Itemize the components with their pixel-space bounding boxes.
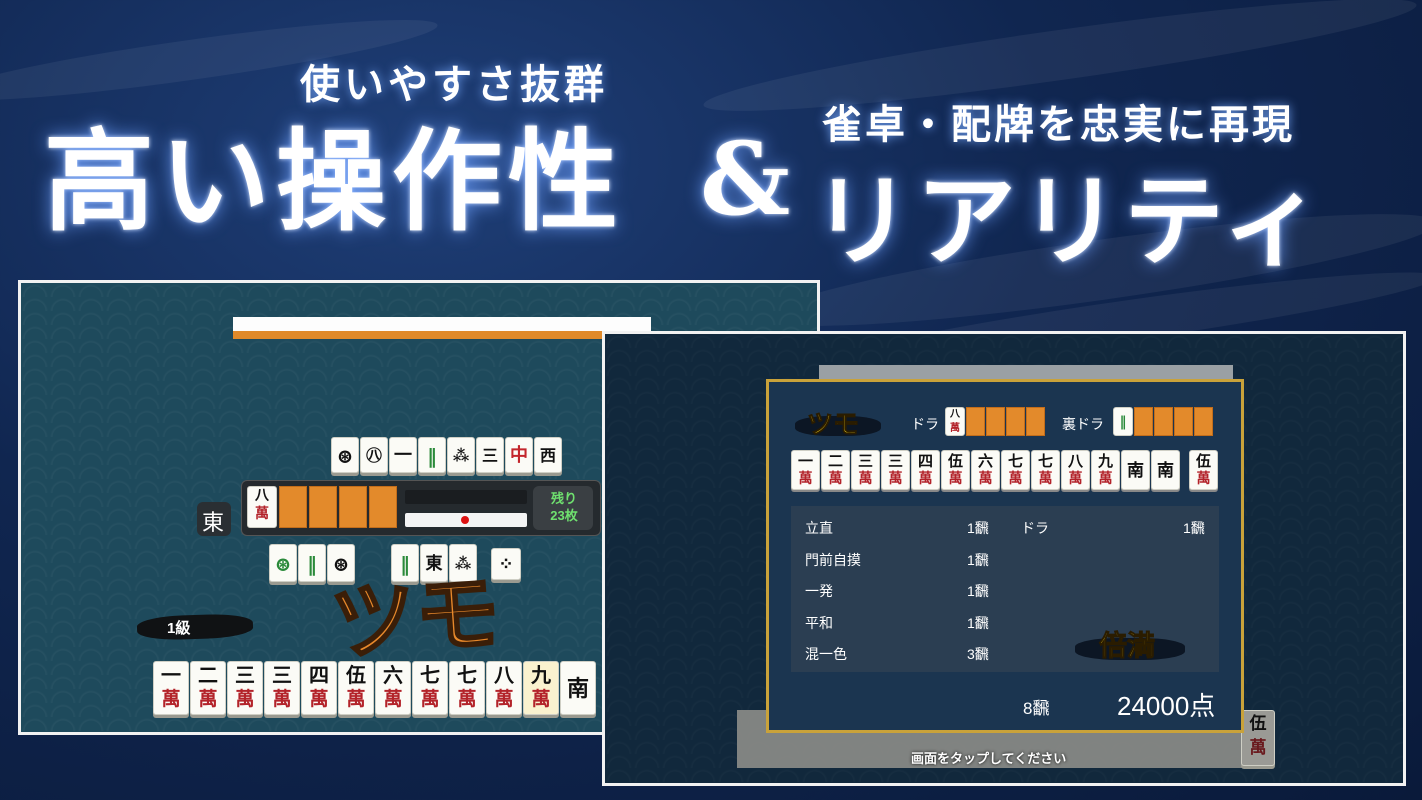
discard-tile: 中 (510, 445, 528, 466)
dora-hidden-tile (1006, 407, 1025, 436)
dead-wall-tile (279, 486, 307, 528)
hand-tile[interactable]: 七萬 (412, 661, 448, 715)
discard-tile: 西 (539, 446, 556, 465)
yaku-han: 3飜 (967, 646, 989, 662)
discard-tile: ‖ (427, 444, 437, 468)
dead-wall-tile (369, 486, 397, 528)
winning-hand-tile: 四萬 (911, 450, 940, 490)
winning-hand-tile: 二萬 (821, 450, 850, 490)
dora-label: ドラ (911, 417, 939, 433)
dora-indicator-tile: 八 萬 (247, 486, 277, 528)
yaku-name: 立直 (805, 520, 833, 536)
yaku-name: 一発 (805, 583, 833, 599)
headline-main-left: 高い操作性 (44, 117, 624, 246)
yaku-han: 1飜 (967, 615, 989, 631)
score-bar-top (405, 490, 527, 504)
hand-tile[interactable]: 四萬 (301, 661, 337, 715)
ura-dora-hidden-tile (1174, 407, 1193, 436)
yaku-han: 1飜 (967, 583, 989, 599)
winning-hand-tile: 南 (1151, 450, 1180, 490)
total-han: 8飜 (1023, 699, 1050, 718)
hand-tile[interactable]: 六萬 (375, 661, 411, 715)
limit-hand-name: 倍満 (1098, 629, 1156, 663)
winning-hand-tile: 九萬 (1091, 450, 1120, 490)
win-type: ツモ (806, 410, 860, 441)
dora-hidden-tile (966, 407, 985, 436)
discard-tile: ⁂ (452, 446, 470, 465)
ura-dora-label: 裏ドラ (1062, 417, 1104, 433)
winning-tile: 伍萬 (1189, 450, 1218, 490)
discard-tile: ⊛ (336, 444, 354, 468)
winning-hand-tile: 六萬 (971, 450, 1000, 490)
hand-tile[interactable]: 南 (560, 661, 596, 715)
dead-wall-tile (339, 486, 367, 528)
yaku-name: 平和 (805, 615, 833, 631)
yaku-name: ドラ (1021, 520, 1049, 536)
ura-dora-tile: ‖ (1113, 407, 1133, 436)
discard-tile: ㊇ (365, 446, 382, 465)
discard-tile: ⊛ (274, 552, 292, 576)
discard-tile: 一 (394, 445, 412, 466)
seat-wind-badge: 東 (197, 502, 231, 536)
yaku-han: 1飜 (967, 520, 989, 536)
winning-hand-tile: 八萬 (1061, 450, 1090, 490)
hand-tile[interactable]: 七萬 (449, 661, 485, 715)
tsumo-call-text[interactable]: ツモ (327, 545, 505, 677)
hand-tile[interactable]: 三萬 (264, 661, 300, 715)
result-screenshot: 伍 萬 ツモ ドラ 八 萬 裏ドラ ‖ 一萬 二萬 三萬 三萬 四萬 伍萬 六萬… (602, 331, 1406, 786)
tap-to-continue-prompt[interactable]: 画面をタップしてください (911, 748, 1066, 767)
yaku-han: 1飜 (967, 552, 989, 568)
opponent-wall (233, 317, 651, 339)
total-points: 24000点 (1117, 691, 1216, 721)
winning-hand-tile: 七萬 (1031, 450, 1060, 490)
winning-hand-tile: 南 (1121, 450, 1150, 490)
score-bar-bottom (405, 513, 527, 527)
yaku-han: 1飜 (1183, 520, 1205, 536)
headline-main-right: リアリティ (812, 162, 1326, 280)
yaku-name: 混一色 (805, 646, 847, 662)
yaku-name: 門前自摸 (805, 552, 861, 568)
player-rank: 1級 (167, 620, 191, 637)
ura-dora-hidden-tile (1134, 407, 1153, 436)
ura-dora-hidden-tile (1154, 407, 1173, 436)
winning-hand-tile: 伍萬 (941, 450, 970, 490)
hand-tile[interactable]: 伍萬 (338, 661, 374, 715)
winning-hand-tile: 三萬 (851, 450, 880, 490)
winning-hand-tile: 一萬 (791, 450, 820, 490)
bamboo-icon: ‖ (1119, 414, 1127, 430)
riichi-stick-dot (461, 516, 469, 524)
hand-tile[interactable]: 一萬 (153, 661, 189, 715)
seat-wind-label: 東 (202, 511, 225, 536)
remaining-tiles-count: 残り 23枚 (550, 491, 578, 523)
background-winning-tile: 伍 萬 (1241, 710, 1275, 766)
hand-tile[interactable]: 八萬 (486, 661, 522, 715)
dora-hidden-tile (1026, 407, 1045, 436)
discard-tile: 三 (481, 446, 498, 465)
winning-hand-tile: 三萬 (881, 450, 910, 490)
hand-tile[interactable]: 九萬 (523, 661, 559, 715)
ura-dora-hidden-tile (1194, 407, 1213, 436)
remaining-tiles-box: 残り 23枚 (533, 486, 593, 530)
headline-ampersand: & (700, 120, 791, 238)
winning-hand-tile: 七萬 (1001, 450, 1030, 490)
dora-hidden-tile (986, 407, 1005, 436)
hand-tile[interactable]: 三萬 (227, 661, 263, 715)
hand-tile[interactable]: 二萬 (190, 661, 226, 715)
discard-tile: ‖ (307, 552, 317, 576)
dead-wall-tile (309, 486, 337, 528)
dora-tile: 八 萬 (945, 407, 965, 436)
